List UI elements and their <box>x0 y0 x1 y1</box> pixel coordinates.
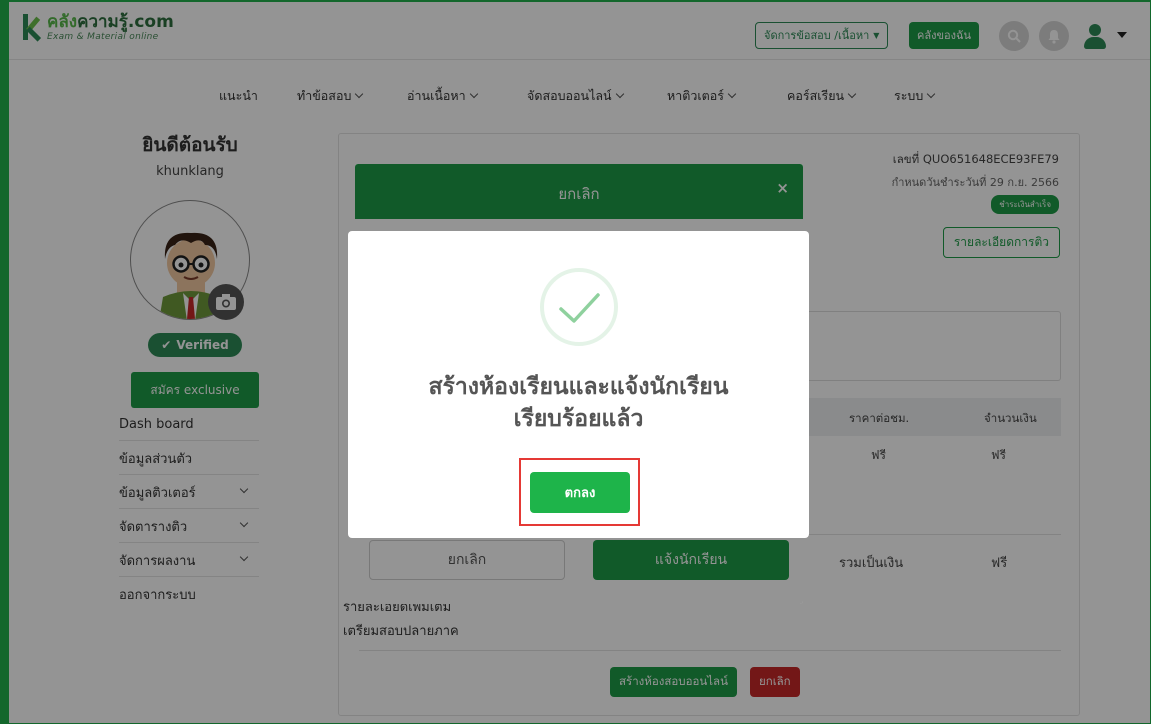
ok-button[interactable]: ตกลง <box>530 472 630 513</box>
success-dialog: สร้างห้องเรียนและแจ้งนักเรียน เรียบร้อยแ… <box>348 231 809 538</box>
ok-highlight-box: ตกลง <box>519 458 640 526</box>
success-message: สร้างห้องเรียนและแจ้งนักเรียน เรียบร้อยแ… <box>428 374 729 432</box>
success-check-icon <box>540 268 618 346</box>
